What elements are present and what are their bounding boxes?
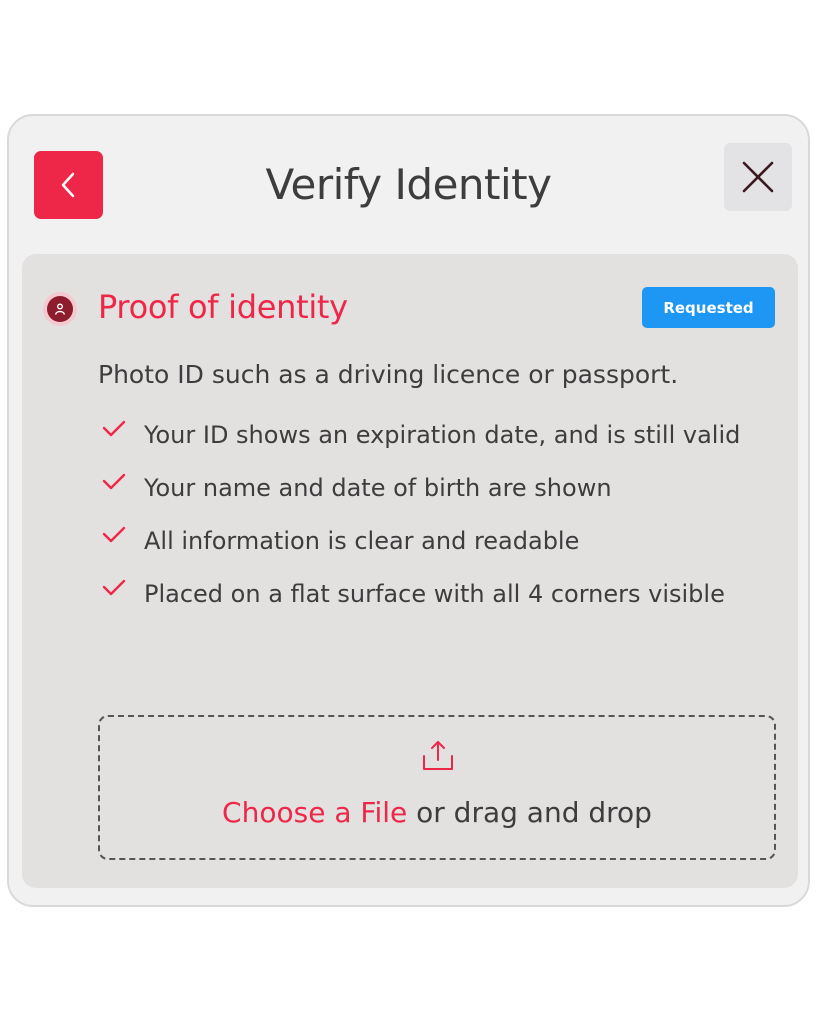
verify-identity-modal: Verify Identity Proof of identity Reques… xyxy=(7,114,810,907)
checkmark-icon xyxy=(102,579,126,596)
requirements-list: Your ID shows an expiration date, and is… xyxy=(102,416,742,628)
list-item: Your name and date of birth are shown xyxy=(102,469,742,507)
page-title: Verify Identity xyxy=(265,160,552,209)
list-item-text: Your ID shows an expiration date, and is… xyxy=(144,421,741,449)
proof-of-identity-card: Proof of identity Requested Photo ID suc… xyxy=(22,254,798,888)
list-item: All information is clear and readable xyxy=(102,522,742,560)
close-button[interactable] xyxy=(724,143,792,211)
status-badge: Requested xyxy=(642,287,775,328)
section-title: Proof of identity xyxy=(98,288,348,326)
list-item: Your ID shows an expiration date, and is… xyxy=(102,416,742,454)
upload-icon xyxy=(423,741,453,770)
checkmark-icon xyxy=(102,420,126,437)
file-dropzone[interactable]: Choose a File or drag and drop xyxy=(98,715,776,860)
choose-file-link[interactable]: Choose a File xyxy=(222,796,407,829)
list-item: Placed on a flat surface with all 4 corn… xyxy=(102,575,742,613)
list-item-text: All information is clear and readable xyxy=(144,527,580,555)
checkmark-icon xyxy=(102,473,126,490)
close-icon xyxy=(742,161,774,193)
checkmark-icon xyxy=(102,526,126,543)
drag-drop-text: or drag and drop xyxy=(407,796,652,829)
section-description: Photo ID such as a driving licence or pa… xyxy=(98,360,679,389)
list-item-text: Placed on a flat surface with all 4 corn… xyxy=(144,580,725,608)
person-icon xyxy=(43,292,77,326)
list-item-text: Your name and date of birth are shown xyxy=(144,474,612,502)
dropzone-text: Choose a File or drag and drop xyxy=(100,793,774,833)
